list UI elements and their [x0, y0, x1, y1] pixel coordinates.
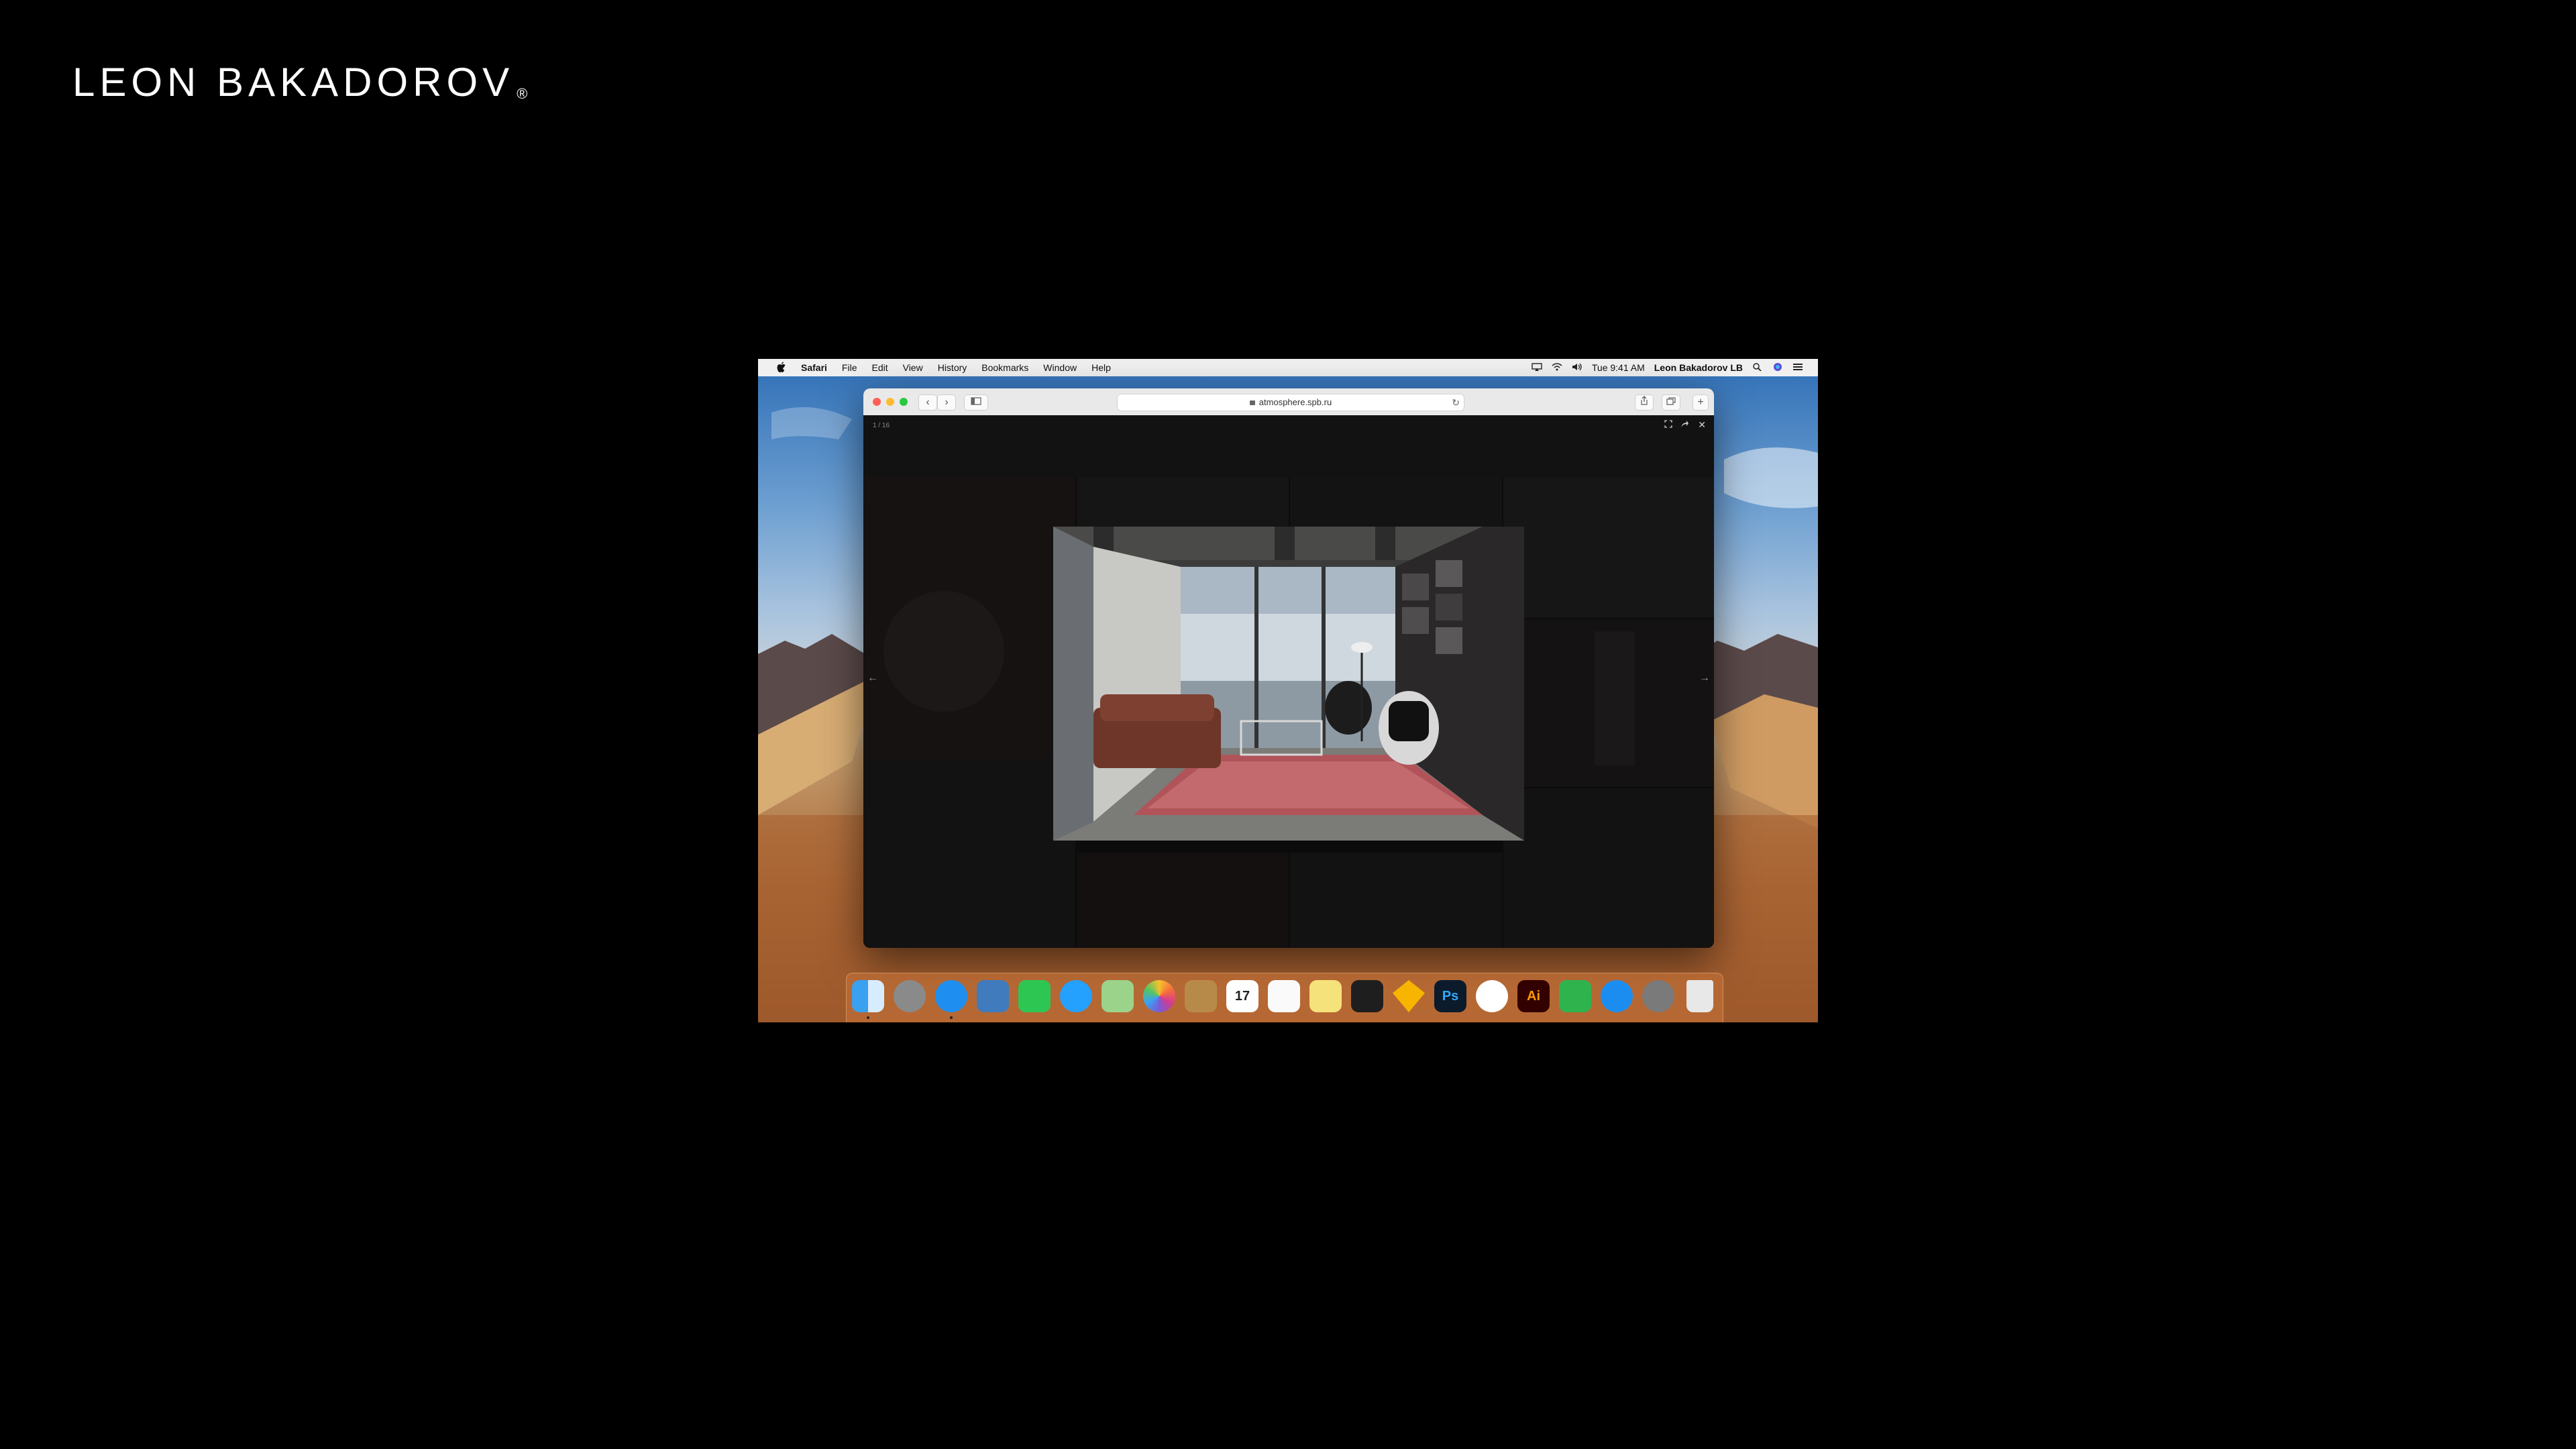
music-icon[interactable]	[1476, 980, 1508, 1012]
new-tab-button[interactable]: +	[1693, 394, 1709, 411]
menu-view[interactable]: View	[903, 362, 923, 373]
lock-icon	[1249, 400, 1255, 405]
sidebar-toggle-button[interactable]	[964, 394, 988, 411]
messages-icon[interactable]	[1060, 980, 1092, 1012]
trash-icon[interactable]	[1686, 980, 1713, 1012]
registered-mark: ®	[517, 85, 528, 102]
status-area: Tue 9:41 AM Leon Bakadorov LB	[1532, 362, 1818, 373]
illustrator-icon[interactable]: Ai	[1517, 980, 1550, 1012]
airplay-icon[interactable]	[1532, 362, 1542, 373]
finder-icon[interactable]	[852, 980, 884, 1012]
apple-icon[interactable]	[777, 362, 786, 374]
safari-icon[interactable]	[935, 980, 967, 1012]
lightbox-main-photo[interactable]	[1053, 527, 1524, 841]
spotlight-search-icon[interactable]	[1752, 362, 1763, 373]
stickies-icon[interactable]	[1309, 980, 1342, 1012]
address-bar[interactable]: atmosphere.spb.ru ↻	[1117, 394, 1464, 411]
launchpad-icon[interactable]	[894, 980, 926, 1012]
lightbox-close-button[interactable]: ✕	[1698, 419, 1706, 431]
illustrator-label: Ai	[1527, 989, 1540, 1004]
sidebar-icon	[971, 397, 981, 405]
safari-running-indicator	[950, 1016, 953, 1019]
wifi-icon[interactable]	[1552, 362, 1562, 373]
menu-window[interactable]: Window	[1043, 362, 1077, 373]
figma-icon[interactable]	[1351, 980, 1383, 1012]
fullscreen-icon[interactable]	[1664, 419, 1672, 430]
close-window-button[interactable]	[873, 398, 881, 406]
clock[interactable]: Tue 9:41 AM	[1592, 362, 1645, 373]
reminders-icon[interactable]	[1268, 980, 1300, 1012]
facetime-icon[interactable]	[1018, 980, 1051, 1012]
previous-image-arrow[interactable]: ←	[867, 672, 878, 684]
menu-edit[interactable]: Edit	[871, 362, 888, 373]
safari-window: ‹ › atmosphere.spb.ru ↻ + 1 / 16 ✕ ← →	[863, 388, 1714, 948]
lightbox-overlay: 1 / 16 ✕ ← →	[863, 415, 1714, 948]
next-image-arrow[interactable]: →	[1699, 672, 1710, 684]
brand-name: LEON BAKADOROV	[72, 60, 515, 105]
share-icon	[1641, 396, 1648, 405]
finder-running-indicator	[867, 1016, 869, 1019]
site-header-dimmed	[863, 415, 1714, 477]
maps-icon[interactable]	[1102, 980, 1134, 1012]
menu-file[interactable]: File	[842, 362, 857, 373]
minimize-window-button[interactable]	[886, 398, 894, 406]
system-preferences-icon[interactable]	[1642, 980, 1674, 1012]
menu-bar: Safari File Edit View History Bookmarks …	[758, 359, 1818, 376]
share-button[interactable]	[1635, 394, 1654, 411]
preview-icon[interactable]	[977, 980, 1009, 1012]
back-button[interactable]: ‹	[918, 394, 937, 411]
url-text: atmosphere.spb.ru	[1258, 397, 1332, 407]
calendar-day: 17	[1234, 989, 1250, 1004]
share-lightbox-icon[interactable]	[1680, 419, 1688, 430]
desktop-screenshot: Safari File Edit View History Bookmarks …	[758, 359, 1818, 1022]
photoshop-icon[interactable]: Ps	[1434, 980, 1466, 1012]
menu-help[interactable]: Help	[1091, 362, 1111, 373]
tabs-overview-button[interactable]	[1662, 394, 1680, 411]
dock: 17 Ps Ai	[846, 973, 1723, 1022]
user-name[interactable]: Leon Bakadorov LB	[1654, 362, 1743, 373]
notification-center-icon[interactable]	[1792, 362, 1803, 373]
numbers-icon[interactable]	[1559, 980, 1591, 1012]
forward-button[interactable]: ›	[937, 394, 956, 411]
menu-bookmarks[interactable]: Bookmarks	[981, 362, 1028, 373]
photoshop-label: Ps	[1442, 989, 1459, 1004]
volume-icon[interactable]	[1572, 362, 1582, 373]
menu-history[interactable]: History	[938, 362, 967, 373]
notes-icon[interactable]	[1185, 980, 1217, 1012]
zoom-window-button[interactable]	[900, 398, 908, 406]
siri-icon[interactable]	[1772, 362, 1783, 373]
photos-icon[interactable]	[1143, 980, 1175, 1012]
browser-toolbar: ‹ › atmosphere.spb.ru ↻ +	[863, 388, 1714, 416]
app-store-icon[interactable]	[1601, 980, 1633, 1012]
reload-icon[interactable]: ↻	[1452, 394, 1460, 411]
menu-safari[interactable]: Safari	[801, 362, 827, 373]
brand-logo: LEON BAKADOROV ®	[72, 59, 527, 105]
sketch-icon[interactable]	[1393, 980, 1425, 1012]
image-counter: 1 / 16	[873, 422, 890, 429]
calendar-icon[interactable]: 17	[1226, 980, 1258, 1012]
tabs-icon	[1666, 397, 1676, 405]
